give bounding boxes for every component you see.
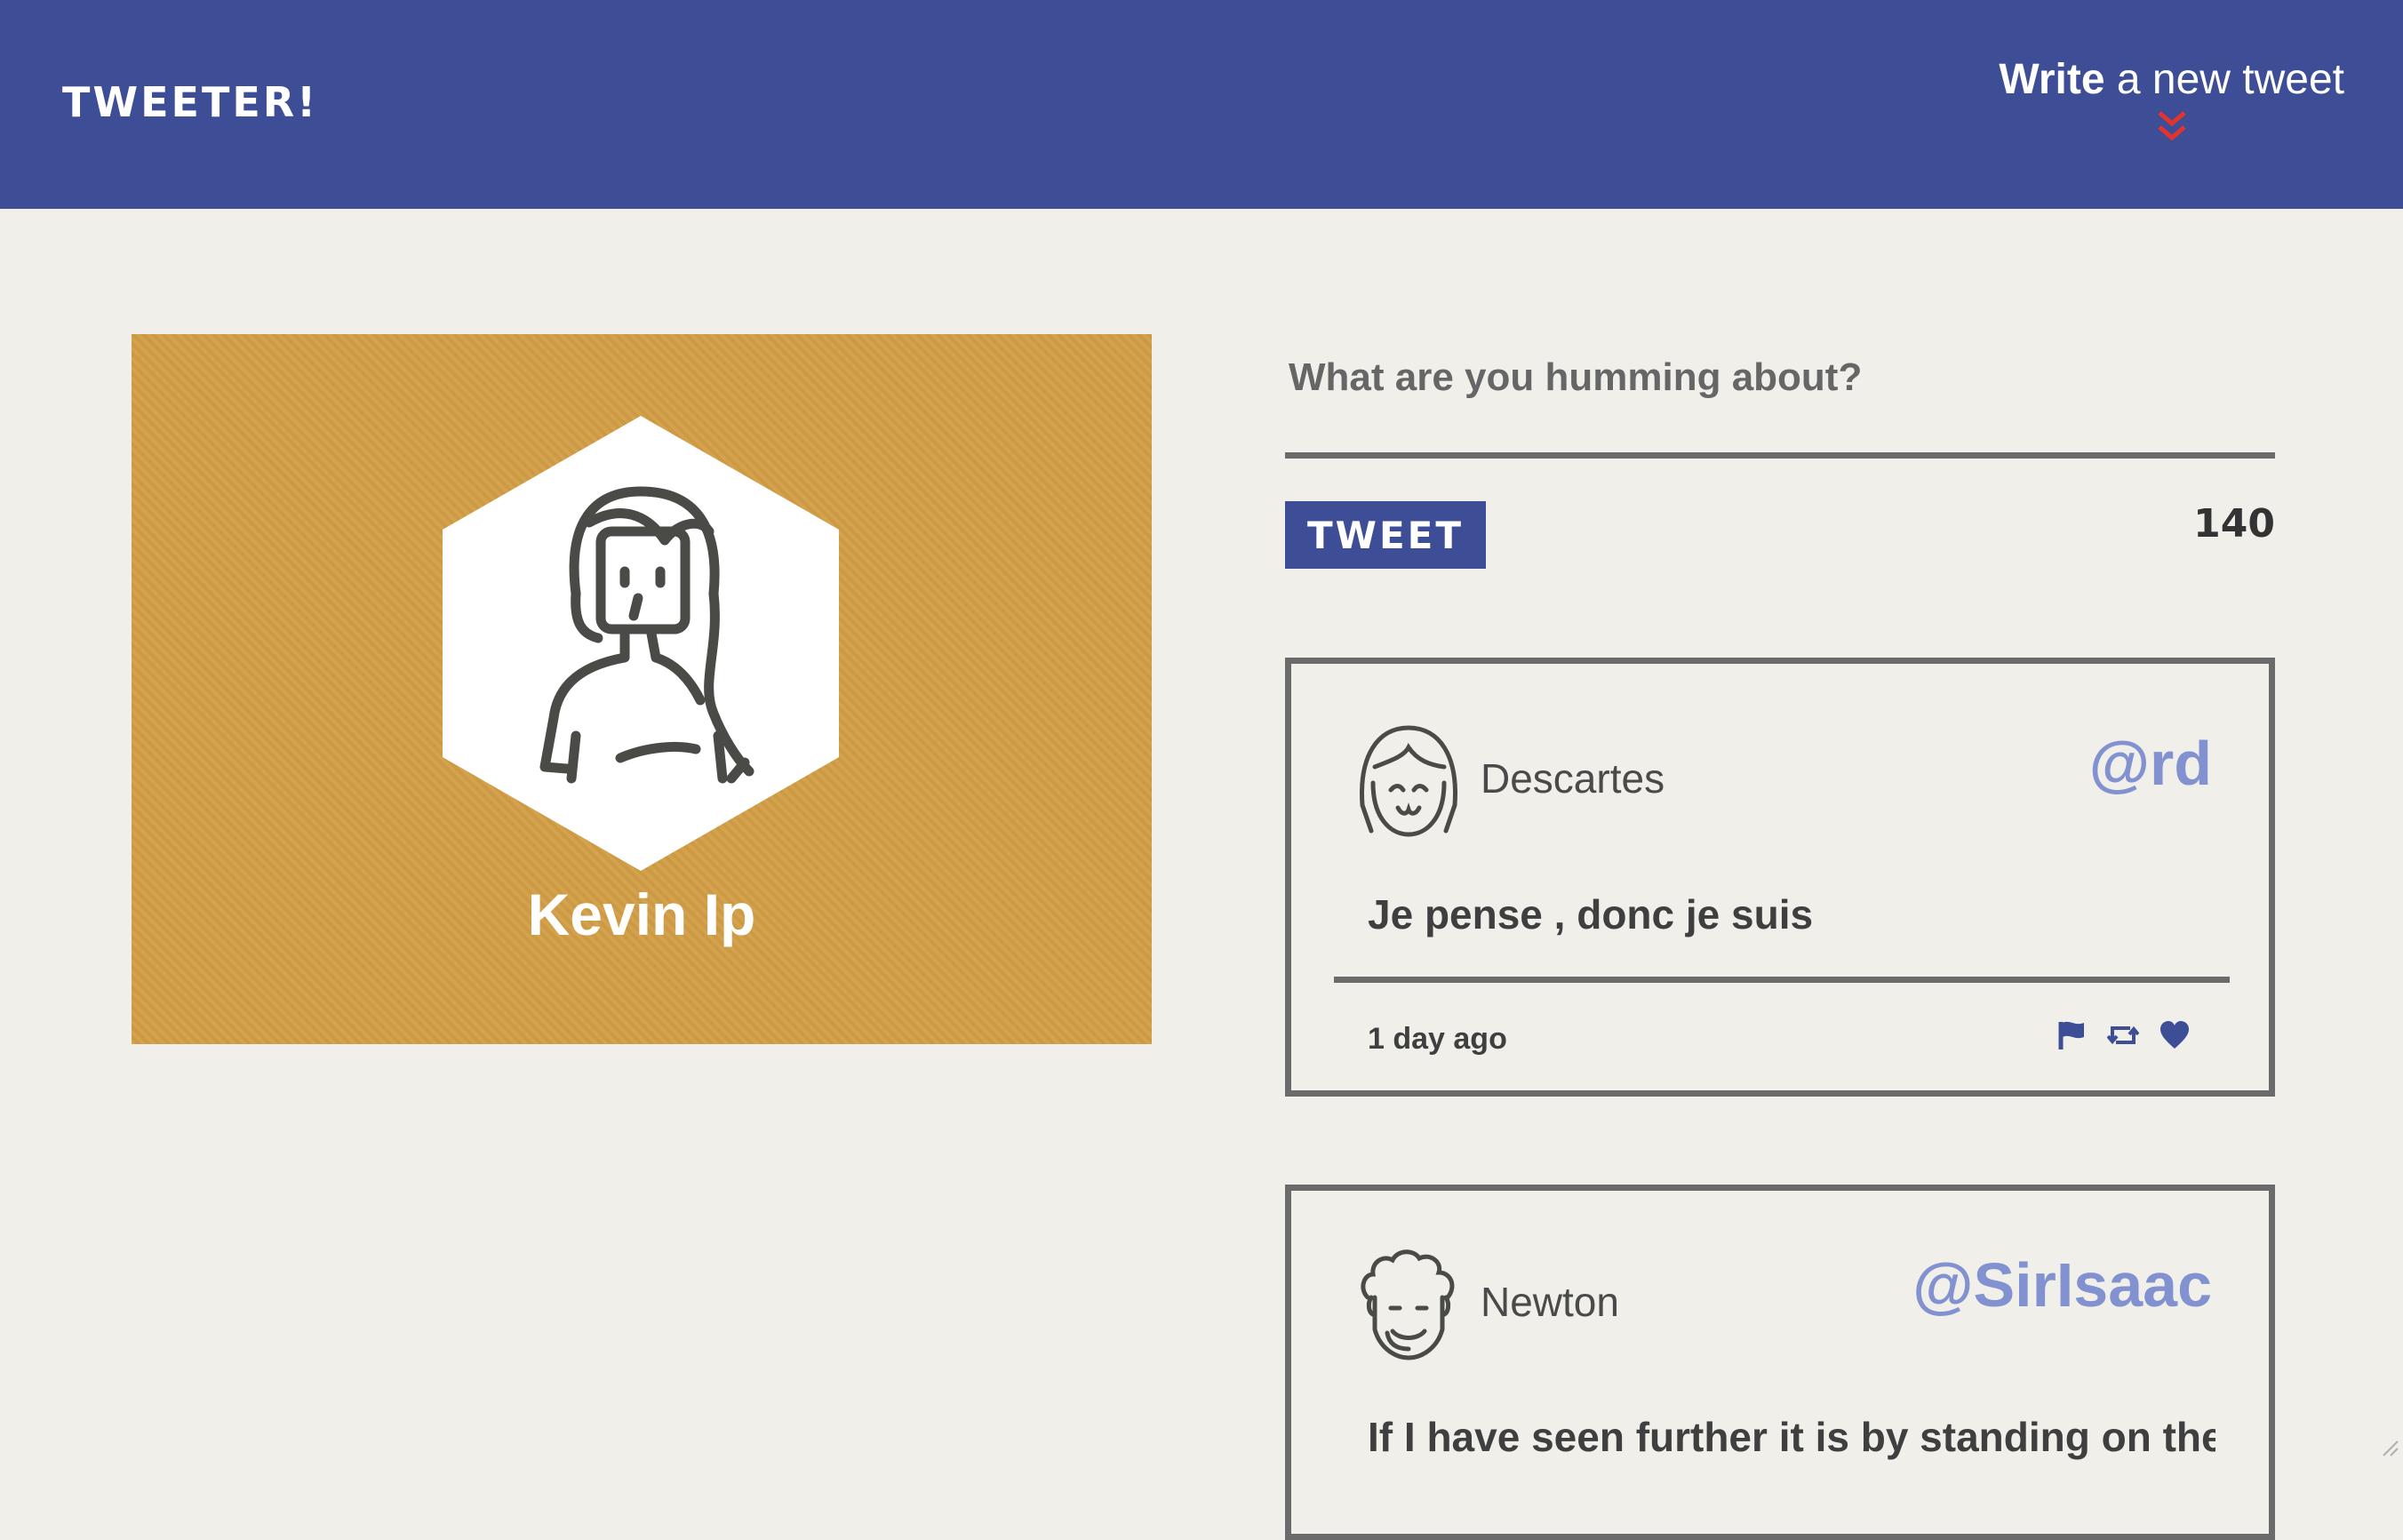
profile-card: Kevin Ip bbox=[132, 334, 1152, 1044]
compose-form: TWEET 140 bbox=[1285, 334, 2275, 569]
tweet-card: Descartes @rd Je pense , donc je suis 1 … bbox=[1285, 658, 2275, 1097]
brand-logo[interactable]: TWEETER! bbox=[62, 78, 318, 126]
top-nav-bar: TWEETER! Write a new tweet bbox=[0, 0, 2403, 209]
tweet-author-handle[interactable]: @SirIsaac bbox=[1912, 1249, 2212, 1321]
write-new-tweet-toggle[interactable]: Write a new tweet bbox=[1999, 55, 2344, 147]
tweet-divider bbox=[1334, 977, 2230, 983]
compose-toggle-label: a new tweet bbox=[2104, 56, 2344, 103]
heart-icon[interactable] bbox=[2159, 1019, 2191, 1051]
tweet-submit-button[interactable]: TWEET bbox=[1285, 501, 1486, 569]
double-chevron-down-icon[interactable] bbox=[2152, 108, 2191, 147]
tweet-text-input[interactable] bbox=[1285, 334, 2275, 459]
tweet-text: If I have seen further it is by standing… bbox=[1368, 1414, 2215, 1460]
compose-toggle-bold-label: Write bbox=[1999, 56, 2105, 103]
retweet-icon[interactable] bbox=[2107, 1019, 2139, 1051]
character-counter: 140 bbox=[2193, 501, 2275, 547]
girl-avatar-icon bbox=[1360, 725, 1457, 837]
woman-avatar-icon bbox=[443, 416, 839, 871]
tweet-author-name: Newton bbox=[1481, 1279, 1619, 1325]
tweet-author-name: Descartes bbox=[1481, 755, 1665, 802]
tweet-card: Newton @SirIsaac If I have seen further … bbox=[1285, 1185, 2275, 1540]
resize-grip-icon[interactable] bbox=[2380, 1438, 2399, 1457]
tweet-timestamp: 1 day ago bbox=[1368, 1022, 1507, 1056]
curly-hair-man-avatar-icon bbox=[1361, 1249, 1455, 1360]
tweet-text: Je pense , donc je suis bbox=[1368, 891, 1814, 938]
profile-name: Kevin Ip bbox=[527, 882, 756, 947]
flag-icon[interactable] bbox=[2056, 1019, 2088, 1051]
tweet-actions bbox=[2056, 1019, 2191, 1051]
tweet-author-handle[interactable]: @rd bbox=[2089, 728, 2212, 799]
